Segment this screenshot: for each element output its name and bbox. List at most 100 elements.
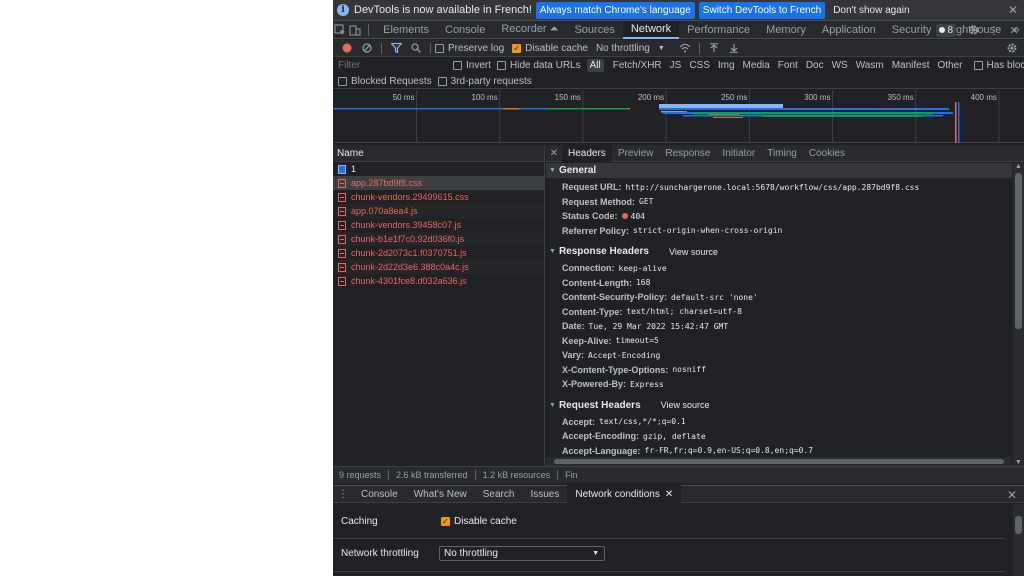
request-headers-section-header[interactable]: ▼ Request Headers View source xyxy=(546,398,1012,413)
header-key: Accept-Language: xyxy=(562,445,641,456)
dont-show-again-button[interactable]: Don't show again xyxy=(829,2,913,19)
filter-type-doc[interactable]: Doc xyxy=(803,59,827,72)
record-icon[interactable] xyxy=(337,40,357,57)
vertical-scrollbar[interactable]: ▲ ▼ xyxy=(1013,163,1024,466)
filter-type-wasm[interactable]: Wasm xyxy=(853,59,887,72)
throttling-select[interactable]: No throttling ▼ xyxy=(596,43,665,54)
filter-type-other[interactable]: Other xyxy=(934,59,965,72)
bar-green xyxy=(548,108,628,110)
preserve-log-checkbox[interactable]: Preserve log xyxy=(435,43,504,54)
filter-type-media[interactable]: Media xyxy=(740,59,773,72)
request-row[interactable]: app.070a8ea4.js xyxy=(333,204,544,218)
tab-application[interactable]: Application xyxy=(814,21,884,39)
header-value: Express xyxy=(630,379,664,389)
horizontal-scrollbar[interactable] xyxy=(546,457,1012,466)
tab-timing[interactable]: Timing xyxy=(761,145,803,162)
export-har-icon[interactable] xyxy=(724,40,744,57)
always-match-language-button[interactable]: Always match Chrome's language xyxy=(535,1,695,19)
close-icon[interactable]: ✕ xyxy=(1008,3,1018,17)
bar-green-3 xyxy=(763,115,923,117)
close-devtools-icon[interactable]: ✕ xyxy=(1004,21,1024,39)
has-blocked-cookies-checkbox[interactable]: Has blocked cookies xyxy=(973,60,1024,71)
bar-green-2 xyxy=(693,112,933,115)
request-row[interactable]: chunk-vendors.39458c07.js xyxy=(333,218,544,232)
request-row[interactable]: chunk-b1e1f7c0.92d036f0.js xyxy=(333,232,544,246)
request-row[interactable]: chunk-4301fce8.d032a636.js xyxy=(333,274,544,288)
switch-to-french-button[interactable]: Switch DevTools to French xyxy=(698,1,826,19)
filter-type-fetch-xhr[interactable]: Fetch/XHR xyxy=(610,59,665,72)
drawer-menu-icon[interactable]: ⋮ xyxy=(333,489,353,500)
search-icon[interactable] xyxy=(406,40,426,57)
filter-icon[interactable] xyxy=(386,40,406,57)
request-row[interactable]: app.287bd9f8.css xyxy=(333,176,544,190)
drawer-tab-whats-new[interactable]: What's New xyxy=(406,485,475,503)
hide-data-urls-checkbox[interactable]: Hide data URLs xyxy=(497,60,581,71)
clear-icon[interactable] xyxy=(357,40,377,57)
third-party-requests-checkbox[interactable]: 3rd-party requests xyxy=(437,76,532,87)
blocked-requests-checkbox[interactable]: Blocked Requests xyxy=(338,76,432,87)
close-tab-icon[interactable]: ✕ xyxy=(665,489,673,500)
header-value: text/css,*/*;q=0.1 xyxy=(599,417,686,427)
disable-cache-checkbox[interactable]: ✓ Disable cache xyxy=(512,43,588,54)
network-conditions-icon[interactable] xyxy=(675,40,695,57)
filter-input[interactable] xyxy=(337,59,447,72)
request-name: chunk-2d2073c1.f0370751.js xyxy=(351,248,467,258)
general-section-header[interactable]: ▼ General xyxy=(546,163,1012,178)
filter-type-js[interactable]: JS xyxy=(667,59,685,72)
drawer-scrollbar[interactable] xyxy=(1013,504,1024,576)
drawer-tab-issues[interactable]: Issues xyxy=(522,485,567,503)
issues-count: 8 xyxy=(947,24,953,36)
inspect-element-icon[interactable] xyxy=(333,21,348,39)
tab-headers[interactable]: Headers xyxy=(562,144,612,162)
request-row[interactable]: chunk-2d22d3e6.388c0a4c.js xyxy=(333,260,544,274)
filter-type-all[interactable]: All xyxy=(586,59,604,72)
close-details-icon[interactable]: ✕ xyxy=(546,148,562,159)
tab-preview[interactable]: Preview xyxy=(612,145,660,162)
tab-console[interactable]: Console xyxy=(437,21,493,39)
header-value: nosniff xyxy=(672,365,707,375)
filter-type-font[interactable]: Font xyxy=(775,59,801,72)
request-row[interactable]: chunk-vendors.29499615.css xyxy=(333,190,544,204)
header-value: GET xyxy=(639,197,654,207)
request-row[interactable]: 1 xyxy=(333,162,544,176)
response-headers-section-header[interactable]: ▼ Response Headers View source xyxy=(546,244,1012,259)
tab-memory[interactable]: Memory xyxy=(758,21,814,39)
tab-cookies[interactable]: Cookies xyxy=(803,145,851,162)
header-key: Accept-Encoding: xyxy=(562,431,640,442)
request-view-source-link[interactable]: View source xyxy=(661,400,710,410)
devtools-window: i DevTools is now available in French! A… xyxy=(333,0,1024,576)
filter-type-css[interactable]: CSS xyxy=(686,59,713,72)
invert-checkbox[interactable]: Invert xyxy=(453,60,491,71)
tab-response[interactable]: Response xyxy=(659,145,716,162)
network-throttling-select[interactable]: No throttling ▼ xyxy=(439,546,605,561)
drawer-disable-cache-checkbox[interactable]: ✓ Disable cache xyxy=(441,516,517,527)
tab-elements[interactable]: Elements xyxy=(375,21,437,39)
filter-type-img[interactable]: Img xyxy=(715,59,738,72)
tab-network[interactable]: Network xyxy=(622,20,680,39)
filter-type-manifest[interactable]: Manifest xyxy=(889,59,933,72)
response-view-source-link[interactable]: View source xyxy=(669,247,718,257)
drawer-tab-console[interactable]: Console xyxy=(353,485,406,503)
scroll-up-icon[interactable]: ▲ xyxy=(1015,163,1022,170)
filter-type-ws[interactable]: WS xyxy=(829,59,851,72)
tab-performance[interactable]: Performance xyxy=(679,21,758,39)
drawer-tab-network-conditions[interactable]: Network conditions ✕ xyxy=(567,485,682,503)
checkbox-icon xyxy=(437,76,447,86)
tab-recorder[interactable]: Recorder ⏶ xyxy=(493,21,566,39)
import-har-icon[interactable] xyxy=(704,40,724,57)
kebab-menu-icon[interactable]: ⋮ xyxy=(984,21,1004,39)
scroll-down-icon[interactable]: ▼ xyxy=(1015,459,1022,466)
request-row[interactable]: chunk-2d2073c1.f0370751.js xyxy=(333,246,544,260)
device-toolbar-icon[interactable] xyxy=(348,21,363,39)
gear-icon[interactable] xyxy=(964,21,984,39)
close-drawer-icon[interactable]: ✕ xyxy=(1007,488,1017,502)
network-overview[interactable]: 50 ms 100 ms 150 ms 200 ms 250 ms 300 ms 350 m… xyxy=(333,90,1024,143)
tab-initiator[interactable]: Initiator xyxy=(716,145,761,162)
tab-sources[interactable]: Sources xyxy=(566,21,622,39)
bar-selected xyxy=(659,104,783,108)
name-column-header[interactable]: Name xyxy=(333,145,544,162)
issues-badge[interactable]: 8 xyxy=(936,23,956,37)
tab-security[interactable]: Security xyxy=(884,21,940,39)
drawer-tab-search[interactable]: Search xyxy=(475,485,523,503)
network-settings-gear-icon[interactable] xyxy=(1002,40,1022,57)
